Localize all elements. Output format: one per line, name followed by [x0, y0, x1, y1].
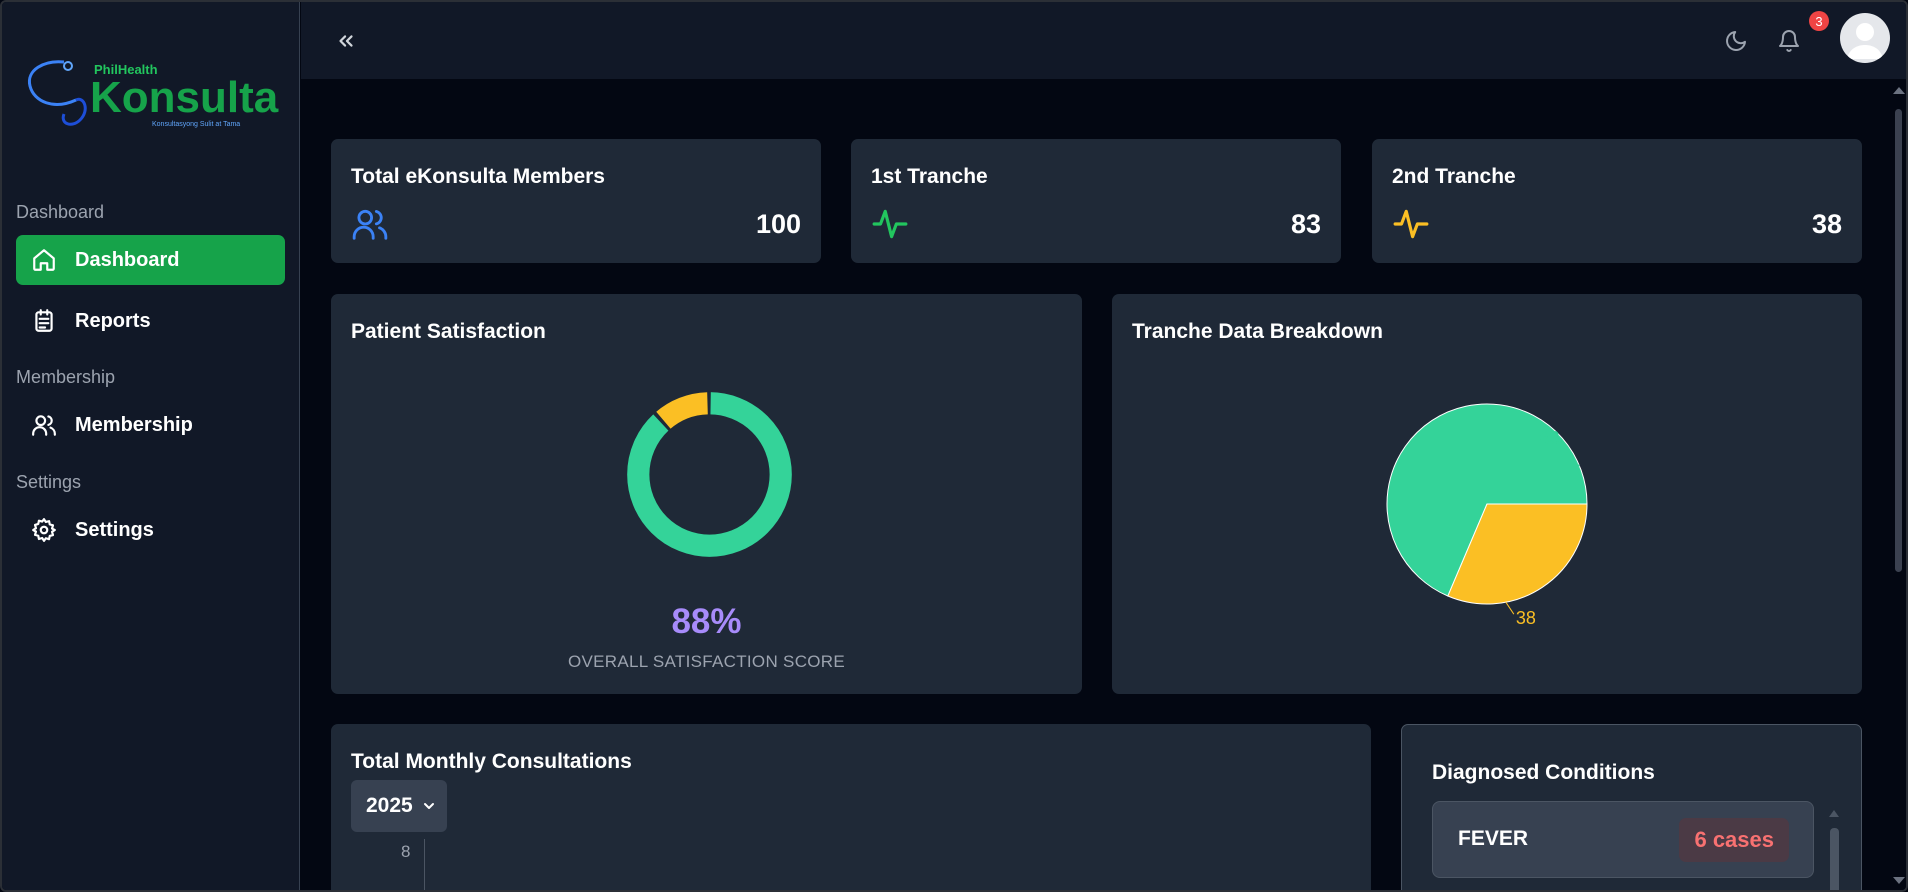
sidebar-item-label: Reports [75, 309, 151, 332]
y-axis-line [424, 839, 425, 890]
sidebar-item-settings[interactable]: Settings [16, 505, 285, 555]
bell-icon [1779, 30, 1799, 52]
condition-name: FEVER [1458, 827, 1529, 850]
condition-count-badge: 6 cases [1679, 818, 1789, 862]
home-icon [33, 249, 55, 271]
stat-card-second-tranche: 2nd Tranche 38 [1372, 139, 1862, 263]
stat-title: 1st Tranche [871, 165, 988, 188]
sidebar-item-label: Dashboard [75, 248, 180, 271]
stat-value: 38 [1811, 209, 1842, 239]
stat-card-first-tranche: 1st Tranche 83 [851, 139, 1341, 263]
diagnosed-conditions-card: Diagnosed Conditions FEVER 6 cases [1401, 724, 1862, 890]
stat-card-total-members: Total eKonsulta Members 100 [331, 139, 821, 263]
pie-data-label: 83 [1540, 428, 1560, 448]
sidebar: PhilHealth Konsulta Konsultasyong Sulit … [2, 2, 300, 890]
user-avatar[interactable] [1840, 13, 1890, 63]
pie-leader-line [1505, 601, 1515, 615]
nav-section-membership: Membership [16, 367, 116, 387]
collapse-sidebar-button[interactable] [331, 26, 361, 56]
card-title: Diagnosed Conditions [1432, 761, 1655, 784]
sidebar-item-membership[interactable]: Membership [16, 400, 285, 450]
chevrons-left-icon [339, 35, 353, 47]
condition-list-item[interactable]: FEVER 6 cases [1432, 801, 1814, 878]
clipboard-icon [35, 309, 53, 332]
activity-icon [1393, 209, 1429, 239]
conditions-scrollbar[interactable] [1829, 810, 1839, 890]
card-title: Tranche Data Breakdown [1132, 320, 1383, 343]
nav-section-settings: Settings [16, 472, 82, 492]
scroll-down-arrow[interactable] [1893, 877, 1905, 884]
year-select[interactable]: 2025 [351, 780, 447, 832]
page-scrollbar[interactable] [1889, 79, 1906, 890]
stat-title: 2nd Tranche [1392, 165, 1516, 188]
top-bar: 3 [301, 2, 1906, 79]
stat-value: 100 [755, 209, 801, 239]
satisfaction-caption: OVERALL SATISFACTION SCORE [567, 652, 846, 671]
y-axis-tick: 8 [401, 842, 411, 861]
user-avatar-icon [1847, 23, 1883, 59]
pie-data-label: 38 [1516, 608, 1536, 628]
sidebar-item-reports[interactable]: Reports [16, 296, 285, 346]
satisfaction-donut [626, 391, 793, 558]
moon-icon [1726, 31, 1746, 51]
app-window: PhilHealth Konsulta Konsultasyong Sulit … [0, 0, 1908, 892]
konsulta-logo[interactable]: PhilHealth Konsulta Konsultasyong Sulit … [24, 52, 279, 142]
svg-text:Konsulta: Konsulta [90, 73, 279, 122]
scroll-thumb[interactable] [1830, 828, 1839, 890]
theme-toggle-button[interactable] [1721, 26, 1751, 56]
patient-satisfaction-card: Patient Satisfaction 88% OVERALL SATISFA… [331, 294, 1082, 694]
svg-text:Konsultasyong Sulit at Tama: Konsultasyong Sulit at Tama [152, 121, 240, 128]
scroll-up-arrow[interactable] [1893, 87, 1905, 94]
stat-value: 83 [1290, 209, 1321, 239]
donut-satisfied-arc [627, 392, 792, 557]
year-select-value: 2025 [366, 794, 413, 817]
users-icon [32, 415, 56, 436]
scroll-up-arrow[interactable] [1829, 810, 1839, 817]
nav-section-dashboard: Dashboard [16, 202, 105, 222]
sidebar-item-label: Membership [75, 413, 193, 436]
activity-icon [872, 209, 908, 239]
chevron-down-icon [424, 803, 434, 809]
notifications-button[interactable] [1774, 26, 1804, 56]
notification-count-badge: 3 [1809, 11, 1829, 31]
card-title: Total Monthly Consultations [351, 750, 632, 773]
card-title: Patient Satisfaction [351, 320, 546, 343]
monthly-consultations-card: Total Monthly Consultations 2025 8 [331, 724, 1371, 890]
scroll-thumb[interactable] [1895, 109, 1902, 572]
stat-title: Total eKonsulta Members [351, 165, 605, 188]
satisfaction-percent: 88% [671, 602, 742, 641]
sidebar-item-label: Settings [75, 518, 154, 541]
gear-icon [32, 518, 56, 542]
sidebar-item-dashboard[interactable]: Dashboard [16, 235, 285, 285]
tranche-pie-chart: 83 38 [1386, 403, 1588, 628]
users-icon [352, 209, 388, 240]
tranche-breakdown-card: Tranche Data Breakdown 83 38 [1112, 294, 1862, 694]
